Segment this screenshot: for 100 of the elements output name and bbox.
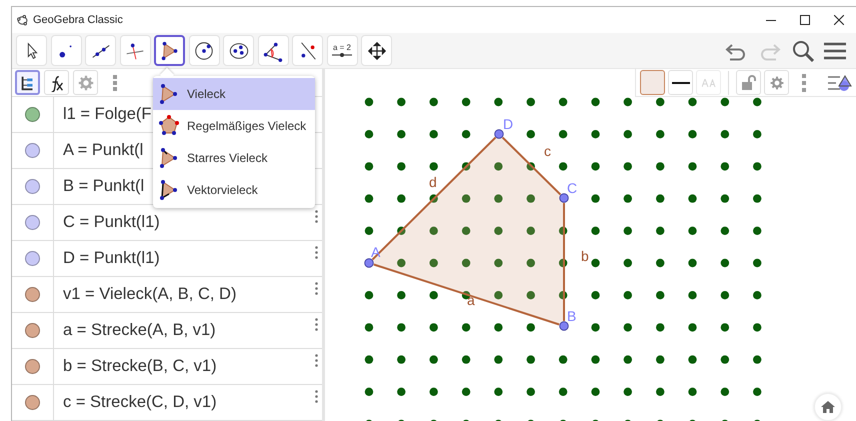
grid-point[interactable] — [462, 226, 470, 235]
visibility-toggle[interactable] — [25, 143, 40, 158]
more-options-icon[interactable] — [314, 246, 318, 259]
grid-point[interactable] — [624, 162, 632, 171]
grid-point[interactable] — [656, 130, 664, 138]
grid-point[interactable] — [656, 291, 664, 300]
algebra-formula[interactable]: C = Punkt(l1) — [63, 210, 160, 235]
more-options-icon[interactable] — [314, 354, 318, 367]
line-style-button[interactable] — [668, 70, 693, 95]
grid-point[interactable] — [624, 388, 632, 396]
grid-point[interactable] — [591, 388, 600, 396]
grid-point[interactable] — [656, 226, 664, 235]
grid-point[interactable] — [720, 355, 730, 364]
grid-point[interactable] — [753, 98, 762, 106]
grid-point[interactable] — [591, 355, 600, 364]
grid-point[interactable] — [397, 355, 406, 364]
menu-item[interactable]: Regelmäßiges Vieleck — [153, 110, 315, 142]
menu-item[interactable]: Starres Vieleck — [153, 142, 315, 174]
algebra-formula[interactable]: v1 = Vieleck(A, B, C, D) — [63, 282, 236, 307]
grid-point[interactable] — [753, 162, 762, 171]
grid-point[interactable] — [364, 388, 374, 396]
grid-point[interactable] — [494, 420, 503, 421]
grid-point[interactable] — [753, 226, 762, 235]
grid-point[interactable] — [430, 130, 438, 138]
grid-point[interactable] — [397, 162, 406, 171]
grid-point[interactable] — [526, 226, 535, 235]
grid-point[interactable] — [558, 420, 568, 421]
grid-point[interactable] — [688, 162, 697, 171]
grid-point[interactable] — [753, 388, 762, 396]
grid-point[interactable] — [397, 130, 406, 138]
grid-point[interactable] — [558, 291, 568, 300]
grid-point[interactable] — [688, 420, 697, 421]
grid-point[interactable] — [364, 420, 374, 421]
grid-point[interactable] — [526, 388, 535, 396]
grid-point[interactable] — [656, 98, 664, 106]
grid-point[interactable] — [688, 130, 697, 138]
visibility-toggle[interactable] — [25, 323, 40, 338]
grid-point[interactable] — [430, 420, 438, 421]
grid-point[interactable] — [430, 291, 438, 300]
style-bar-toggle-icon[interactable] — [828, 72, 852, 92]
grid-point[interactable] — [494, 98, 503, 106]
grid-point[interactable] — [558, 258, 568, 268]
grid-point[interactable] — [558, 226, 568, 235]
grid-point[interactable] — [397, 194, 406, 203]
grid-point[interactable] — [753, 291, 762, 300]
grid-point[interactable] — [591, 291, 600, 300]
vertex-point[interactable] — [559, 193, 569, 203]
grid-point[interactable] — [624, 323, 632, 332]
grid-point[interactable] — [462, 98, 470, 106]
grid-point[interactable] — [494, 291, 503, 300]
grid-point[interactable] — [526, 194, 535, 203]
algebra-formula[interactable]: A = Punkt(l — [63, 138, 144, 163]
search-icon[interactable] — [792, 40, 814, 62]
grid-point[interactable] — [494, 162, 503, 171]
color-swatch[interactable] — [640, 70, 665, 95]
grid-point[interactable] — [591, 130, 600, 138]
grid-point[interactable] — [656, 162, 664, 171]
vertex-point[interactable] — [559, 321, 569, 331]
tool-button[interactable] — [154, 35, 185, 66]
grid-point[interactable] — [430, 194, 438, 203]
menu-icon[interactable] — [824, 42, 846, 60]
grid-point[interactable] — [364, 323, 374, 332]
grid-point[interactable] — [526, 291, 535, 300]
visibility-toggle[interactable] — [25, 287, 40, 302]
grid-point[interactable] — [397, 291, 406, 300]
grid-point[interactable] — [397, 258, 406, 268]
visibility-toggle[interactable] — [25, 395, 40, 410]
visibility-toggle[interactable] — [25, 179, 40, 194]
grid-point[interactable] — [526, 162, 535, 171]
grid-point[interactable] — [430, 98, 438, 106]
more-options-icon[interactable] — [802, 74, 807, 92]
grid-point[interactable] — [430, 355, 438, 364]
grid-point[interactable] — [430, 162, 438, 171]
grid-point[interactable] — [462, 162, 470, 171]
grid-point[interactable] — [526, 323, 535, 332]
grid-point[interactable] — [591, 98, 600, 106]
grid-point[interactable] — [558, 355, 568, 364]
grid-point[interactable] — [462, 388, 470, 396]
grid-point[interactable] — [720, 130, 730, 138]
polygon-side[interactable] — [374, 264, 560, 326]
grid-point[interactable] — [656, 420, 664, 421]
grid-point[interactable] — [494, 388, 503, 396]
grid-point[interactable] — [364, 355, 374, 364]
grid-point[interactable] — [462, 323, 470, 332]
grid-point[interactable] — [591, 194, 600, 203]
grid-point[interactable] — [364, 130, 374, 138]
more-options-icon[interactable] — [112, 74, 118, 92]
grid-point[interactable] — [364, 226, 374, 235]
grid-point[interactable] — [364, 194, 374, 203]
grid-point[interactable] — [656, 258, 664, 268]
grid-point[interactable] — [430, 323, 438, 332]
more-options-icon[interactable] — [314, 282, 318, 295]
grid-point[interactable] — [624, 194, 632, 203]
polygon-side[interactable] — [372, 136, 496, 260]
view-button[interactable] — [15, 70, 40, 95]
grid-point[interactable] — [397, 226, 406, 235]
close-icon[interactable] — [834, 15, 844, 25]
grid-point[interactable] — [753, 258, 762, 268]
grid-point[interactable] — [430, 388, 438, 396]
grid-point[interactable] — [753, 130, 762, 138]
